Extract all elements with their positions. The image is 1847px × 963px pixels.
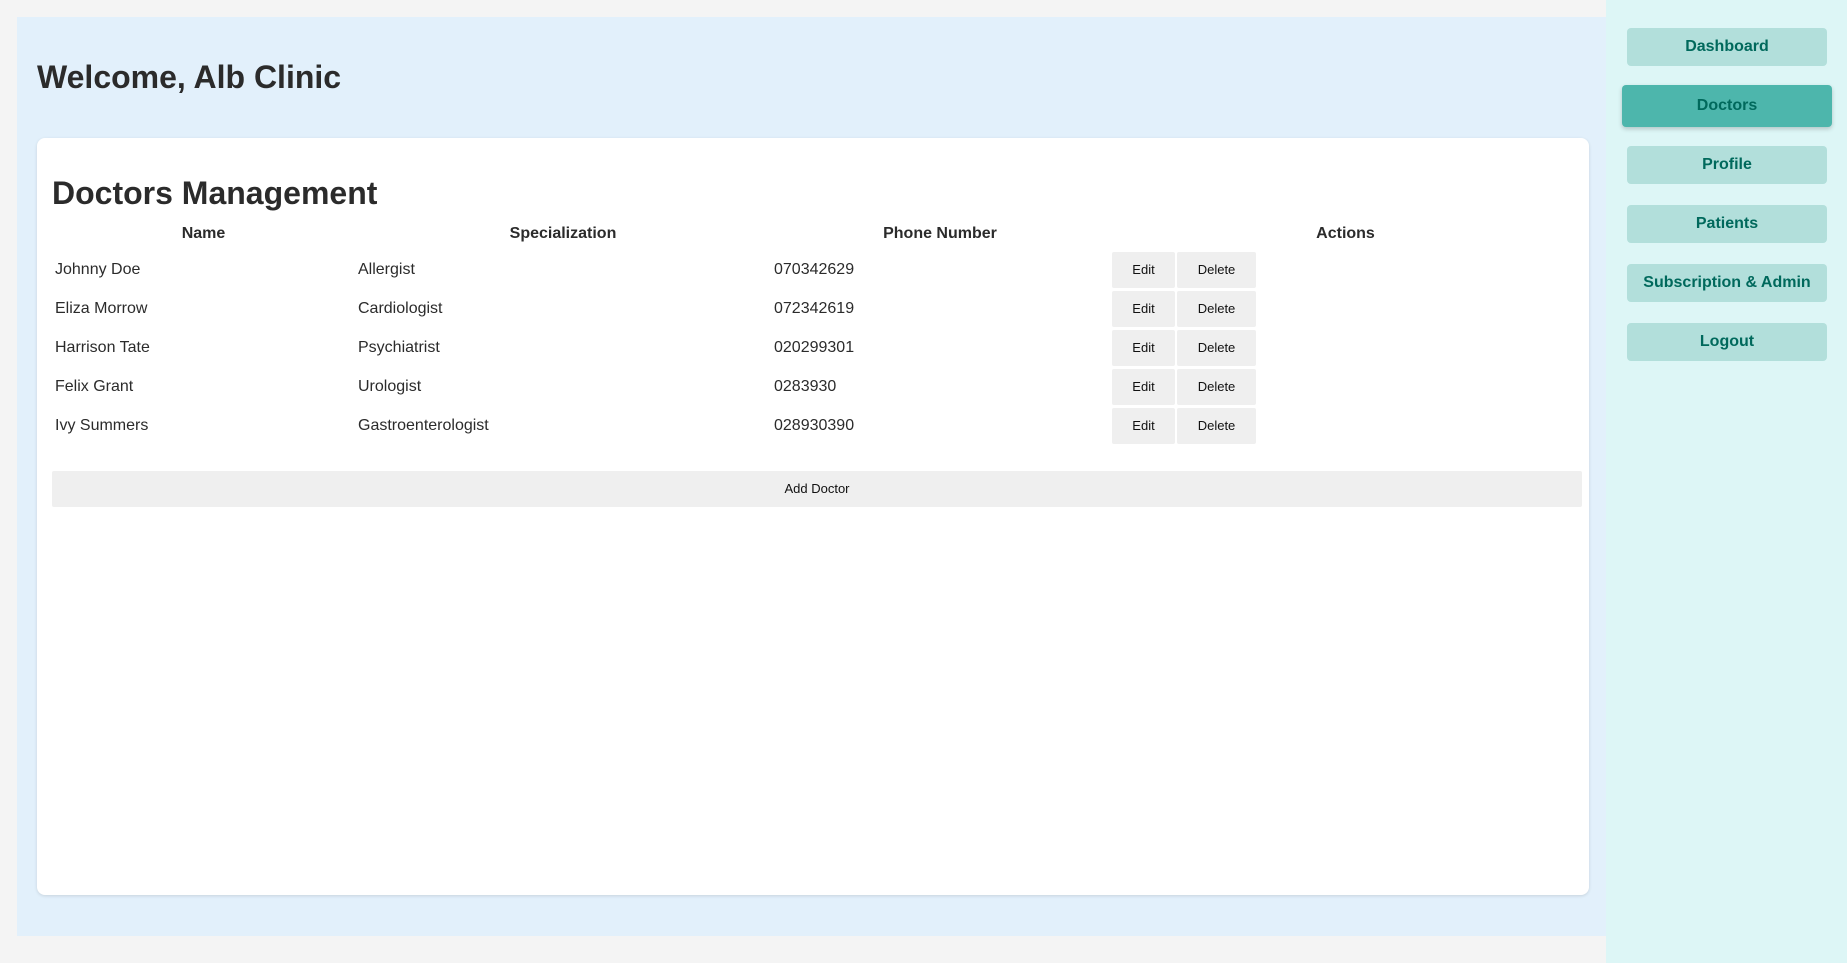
doctor-phone-cell: 028930390 xyxy=(774,416,855,434)
edit-button[interactable]: Edit xyxy=(1112,329,1175,366)
doctor-name-cell: Ivy Summers xyxy=(55,416,149,434)
edit-button[interactable]: Edit xyxy=(1112,368,1175,405)
doctor-specialization-cell: Allergist xyxy=(358,260,415,278)
delete-button[interactable]: Delete xyxy=(1177,329,1256,366)
sidebar-item-profile[interactable]: Profile xyxy=(1627,146,1827,184)
doctor-phone-cell: 070342629 xyxy=(774,260,855,278)
actions-cell: Edit Delete xyxy=(1109,289,1582,328)
table-row: Ivy Summers Gastroenterologist 028930390… xyxy=(52,406,1582,445)
table-row: Harrison Tate Psychiatrist 020299301 Edi… xyxy=(52,328,1582,367)
edit-button[interactable]: Edit xyxy=(1112,407,1175,444)
doctor-name-cell: Felix Grant xyxy=(55,377,134,395)
delete-button[interactable]: Delete xyxy=(1177,368,1256,405)
doctor-specialization-cell: Urologist xyxy=(358,377,422,395)
table-header-row: Name Specialization Phone Number Actions xyxy=(52,218,1582,250)
table-row: Johnny Doe Allergist 070342629 Edit Delet… xyxy=(52,250,1582,289)
actions-cell: Edit Delete xyxy=(1109,367,1582,406)
delete-button[interactable]: Delete xyxy=(1177,251,1256,288)
doctor-specialization-cell: Psychiatrist xyxy=(358,338,440,356)
doctor-phone-cell: 020299301 xyxy=(774,338,855,356)
doctor-specialization-cell: Gastroenterologist xyxy=(358,416,489,434)
sidebar-item-doctors[interactable]: Doctors xyxy=(1622,85,1832,127)
main-area: Welcome, Alb Clinic Doctors Management N… xyxy=(17,17,1606,936)
doctor-phone-cell: 0283930 xyxy=(774,377,837,395)
sidebar-item-logout[interactable]: Logout xyxy=(1627,323,1827,361)
add-doctor-button[interactable]: Add Doctor xyxy=(52,471,1582,507)
sidebar-item-dashboard[interactable]: Dashboard xyxy=(1627,28,1827,66)
doctors-table: Name Specialization Phone Number Actions… xyxy=(52,218,1582,445)
actions-cell: Edit Delete xyxy=(1109,250,1582,289)
doctor-name-cell: Eliza Morrow xyxy=(55,299,148,317)
edit-button[interactable]: Edit xyxy=(1112,251,1175,288)
column-header-specialization: Specialization xyxy=(509,225,617,242)
edit-button[interactable]: Edit xyxy=(1112,290,1175,327)
delete-button[interactable]: Delete xyxy=(1177,407,1256,444)
doctor-phone-cell: 072342619 xyxy=(774,299,855,317)
doctor-name-cell: Johnny Doe xyxy=(55,260,141,278)
column-header-actions: Actions xyxy=(1316,225,1375,242)
table-row: Felix Grant Urologist 0283930 Edit Delete xyxy=(52,367,1582,406)
column-header-name: Name xyxy=(181,225,226,242)
actions-cell: Edit Delete xyxy=(1109,406,1582,445)
doctor-name-cell: Harrison Tate xyxy=(55,338,150,356)
delete-button[interactable]: Delete xyxy=(1177,290,1256,327)
page-title: Doctors Management xyxy=(52,175,378,211)
doctors-card: Doctors Management Name Specialization P… xyxy=(37,138,1589,895)
column-header-phone: Phone Number xyxy=(883,225,997,242)
sidebar-item-patients[interactable]: Patients xyxy=(1627,205,1827,243)
doctor-specialization-cell: Cardiologist xyxy=(358,299,443,317)
table-row: Eliza Morrow Cardiologist 072342619 Edit… xyxy=(52,289,1582,328)
sidebar-item-subscription-admin[interactable]: Subscription & Admin xyxy=(1627,264,1827,302)
welcome-title: Welcome, Alb Clinic xyxy=(37,59,342,95)
actions-cell: Edit Delete xyxy=(1109,328,1582,367)
sidebar: Dashboard Doctors Profile Patients Subsc… xyxy=(1606,0,1847,963)
